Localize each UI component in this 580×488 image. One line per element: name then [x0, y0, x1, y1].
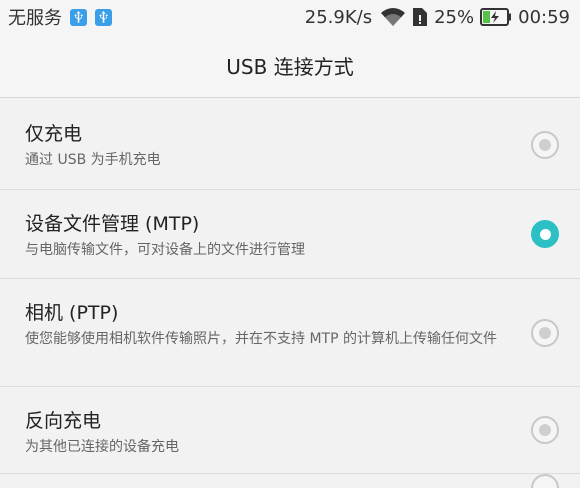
option-ptp[interactable]: 相机 (PTP) 使您能够使用相机软件传输照片，并在不支持 MTP 的计算机上传… — [0, 279, 580, 387]
option-description: 与电脑传输文件，可对设备上的文件进行管理 — [25, 242, 305, 258]
option-description: 为其他已连接的设备充电 — [25, 439, 179, 455]
page-title: USB 连接方式 — [226, 55, 354, 79]
option-title: 仅充电 — [25, 123, 83, 145]
option-mtp[interactable]: 设备文件管理 (MTP) 与电脑传输文件，可对设备上的文件进行管理 — [0, 190, 580, 279]
radio-button[interactable] — [531, 416, 559, 444]
status-left: 无服务 — [8, 4, 112, 30]
usb-icon — [95, 8, 112, 26]
option-reverse-charge[interactable]: 反向充电 为其他已连接的设备充电 — [0, 387, 580, 474]
usb-icon — [70, 8, 87, 26]
radio-dot — [539, 228, 551, 240]
option-description: 使您能够使用相机软件传输照片，并在不支持 MTP 的计算机上传输任何文件 — [25, 331, 497, 347]
net-speed: 25.9K/s — [304, 6, 373, 28]
sim-card-icon — [413, 8, 428, 26]
option-charge-only[interactable]: 仅充电 通过 USB 为手机充电 — [0, 100, 580, 190]
radio-dot — [539, 424, 551, 436]
radio-button[interactable] — [531, 130, 559, 159]
option-description: 通过 USB 为手机充电 — [25, 152, 161, 168]
status-bar: 无服务 25.9K/s 25% 00:59 — [0, 0, 580, 34]
radio-button-selected[interactable] — [531, 220, 559, 248]
wifi-icon — [381, 8, 406, 26]
radio-dot — [539, 326, 551, 339]
radio-button[interactable] — [531, 318, 559, 347]
battery-charging-icon — [480, 8, 512, 26]
option-title: 反向充电 — [25, 410, 102, 432]
battery-percent: 25% — [434, 6, 475, 28]
status-right: 25.9K/s 25% 00:59 — [305, 7, 570, 28]
radio-button-partial[interactable] — [531, 474, 559, 488]
clock: 00:59 — [518, 6, 570, 28]
option-title: 设备文件管理 (MTP) — [25, 213, 200, 235]
usb-option-list: 仅充电 通过 USB 为手机充电 设备文件管理 (MTP) 与电脑传输文件，可对… — [0, 100, 580, 474]
option-title: 相机 (PTP) — [25, 302, 119, 324]
carrier-text: 无服务 — [8, 8, 62, 29]
radio-dot — [539, 138, 551, 151]
page-title-bar: USB 连接方式 — [0, 34, 580, 98]
